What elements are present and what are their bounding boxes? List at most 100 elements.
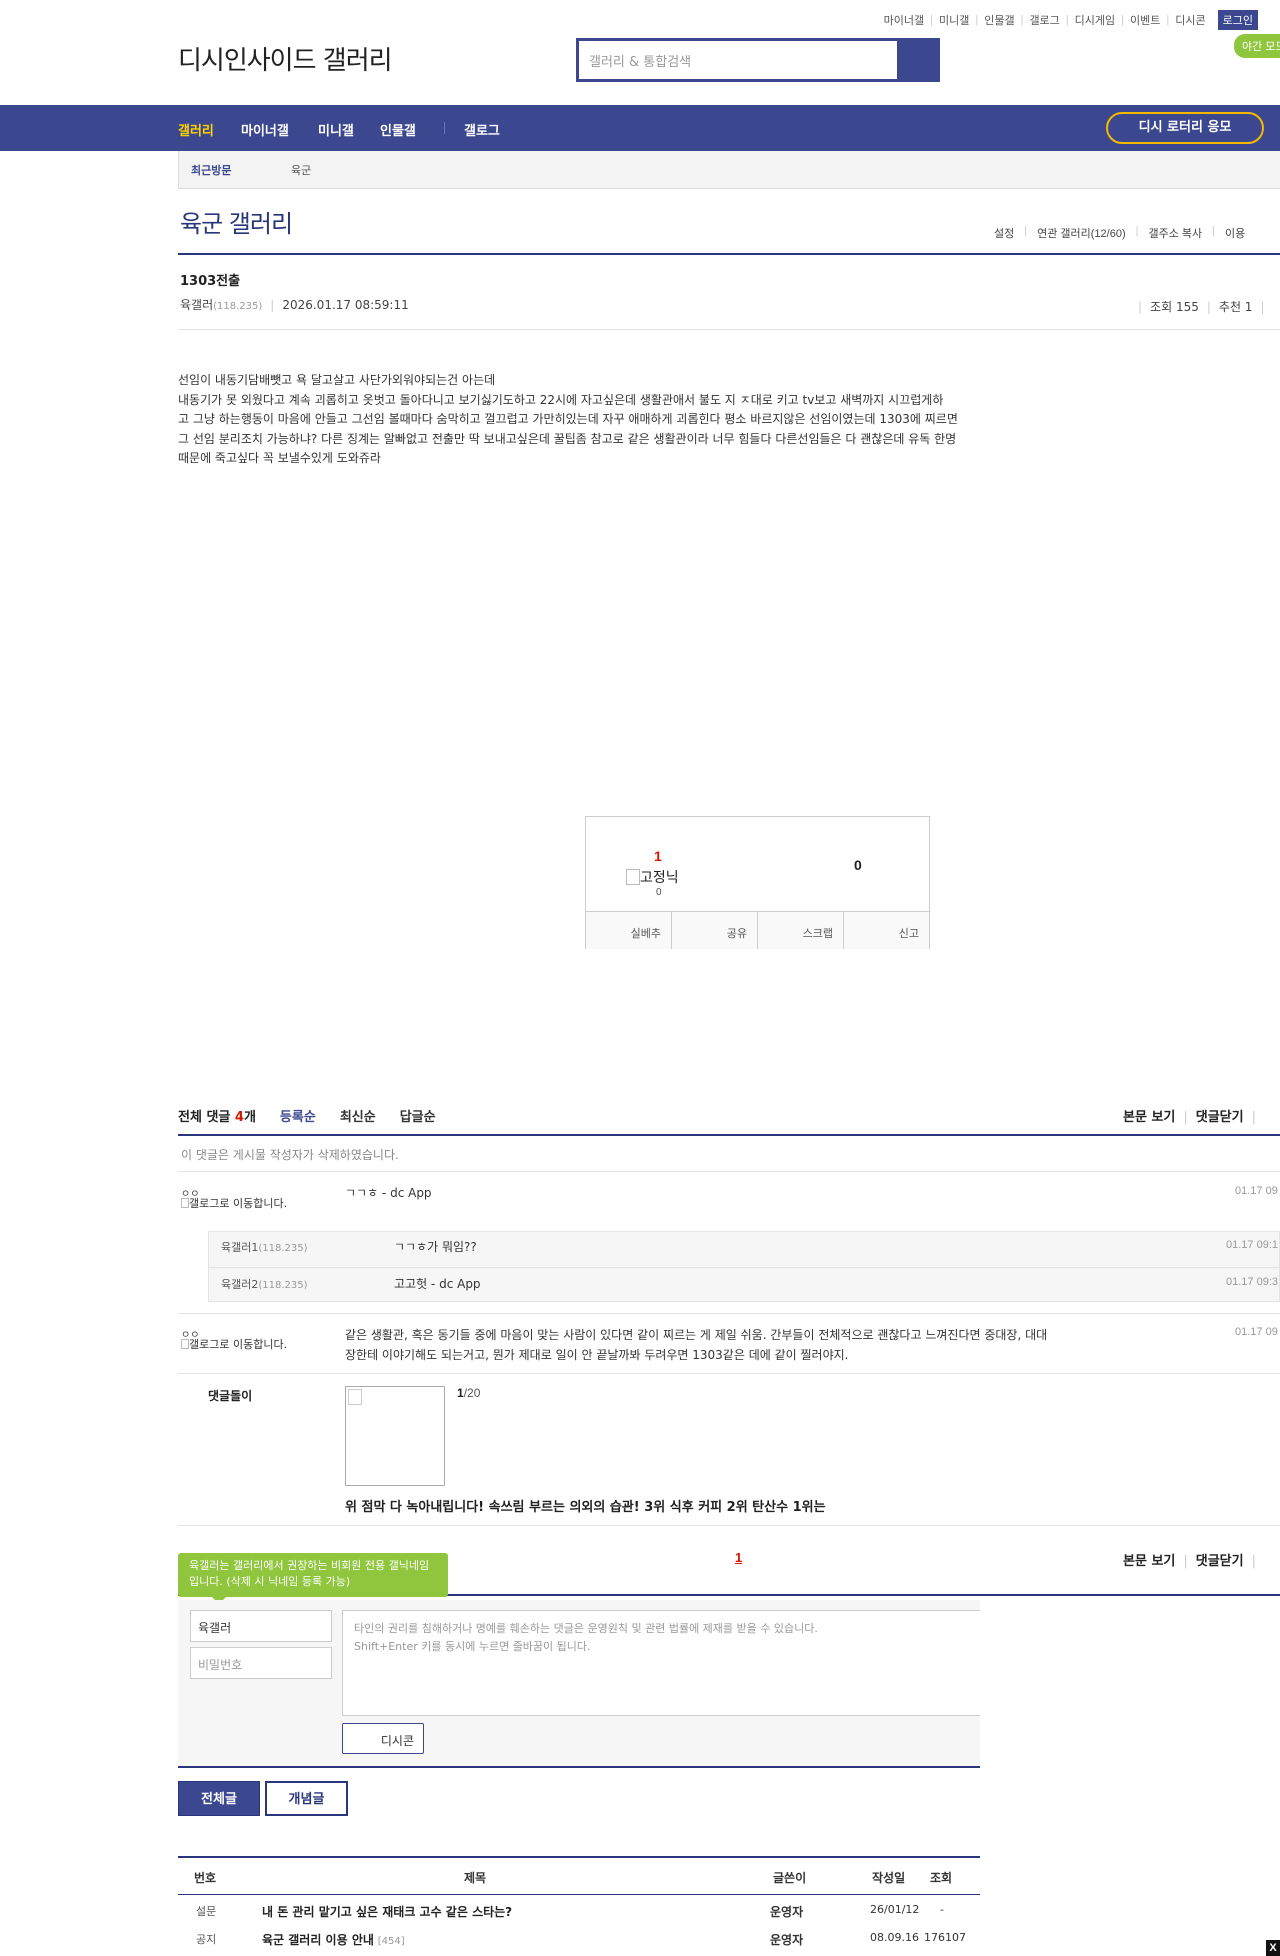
- comment-notice: Shift+Enter 키를 동시에 누르면 줄바꿈이 됩니다.: [354, 1640, 591, 1653]
- view-post-link[interactable]: 본문 보기: [1123, 1110, 1175, 1125]
- row-title[interactable]: 육군 갤러리 이용 안내: [262, 1933, 374, 1947]
- broken-image-icon: [626, 869, 640, 885]
- row-writer[interactable]: 운영자: [770, 1931, 803, 1948]
- view-post-link[interactable]: 본문 보기: [1123, 1554, 1175, 1569]
- lottery-button[interactable]: 디시 로터리 응모: [1106, 112, 1264, 144]
- downvote-count: 0: [854, 857, 862, 873]
- related-gallery-link[interactable]: 연관 갤러리(12/60): [1037, 225, 1126, 241]
- post-recs: 추천 1: [1218, 300, 1253, 314]
- post-info: 육갤러(118.235) | 2026.01.17 08:59:11: [180, 298, 409, 312]
- fixed-nick-image: 고정닉: [626, 867, 679, 887]
- best-posts-button[interactable]: 개념글: [265, 1781, 348, 1816]
- gallery-title[interactable]: 육군 갤러리: [180, 204, 293, 239]
- search-button[interactable]: [897, 41, 937, 79]
- row-number: 공지: [196, 1933, 217, 1946]
- reply-nick[interactable]: 육갤러2(118.235): [221, 1276, 308, 1292]
- real-best-button[interactable]: 실베추: [586, 912, 672, 949]
- reply-text: 고고헛 - dc App: [394, 1277, 481, 1291]
- close-icon[interactable]: X: [1266, 1940, 1280, 1956]
- settings-link[interactable]: 설정: [994, 225, 1014, 241]
- toplink-gallog[interactable]: 갤로그: [1029, 12, 1059, 28]
- usage-link[interactable]: 이용: [1225, 225, 1245, 241]
- nav-divider: [444, 122, 445, 134]
- nav-person[interactable]: 인물갤: [380, 120, 416, 139]
- sort-registered[interactable]: 등록순: [280, 1106, 316, 1125]
- dccon-button[interactable]: 디시콘: [342, 1723, 424, 1754]
- post-line: 그 선임 분리조치 가능하냐? 다른 징계는 알빠없고 전출만 딱 보내고싶은데…: [178, 431, 957, 446]
- row-writer[interactable]: 운영자: [770, 1903, 803, 1920]
- gallery-tools: 설정 | 연관 갤러리(12/60) | 갤주소 복사 | 이용: [994, 225, 1246, 241]
- comment-bot-label: 댓글돌이: [208, 1389, 253, 1403]
- row-divider: [178, 1373, 1280, 1374]
- copy-address-link[interactable]: 갤주소 복사: [1148, 225, 1202, 241]
- col-writer: 글쓴이: [773, 1871, 807, 1885]
- gallog-avatar[interactable]: 갤로그로 이동합니다.: [181, 1198, 301, 1210]
- close-comments-link[interactable]: 댓글닫기: [1196, 1110, 1244, 1125]
- site-logo[interactable]: 디시인사이드 갤러리: [178, 40, 393, 77]
- sort-latest[interactable]: 최신순: [340, 1106, 376, 1125]
- gallog-avatar[interactable]: 갤로그로 이동합니다.: [181, 1339, 301, 1351]
- search-input[interactable]: 갤러리 & 통합검색: [579, 41, 897, 79]
- reply-nick[interactable]: 육갤러1(118.235): [221, 1239, 308, 1255]
- nickname-input[interactable]: 육갤러: [190, 1610, 332, 1642]
- reply-divider: [209, 1267, 1280, 1268]
- toplink-mini[interactable]: 미니갤: [939, 12, 969, 28]
- comment-notice: 타인의 권리를 침해하거나 명예를 훼손하는 댓글은 운영원칙 및 관련 법률에…: [354, 1622, 818, 1635]
- post-header-divider: [178, 329, 1280, 330]
- post-views: 조회 155: [1150, 300, 1199, 314]
- comment-page-1[interactable]: 1: [735, 1550, 742, 1565]
- comment-text: 같은 생활관, 혹은 동기들 중에 마음이 맞는 사람이 있다면 같이 찌르는 …: [345, 1328, 1048, 1362]
- post-author[interactable]: 육갤러: [180, 298, 213, 312]
- recent-visit-item[interactable]: 육군: [291, 162, 311, 178]
- close-comments-link[interactable]: 댓글닫기: [1196, 1554, 1244, 1569]
- comment-textarea[interactable]: 타인의 권리를 침해하거나 명예를 훼손하는 댓글은 운영원칙 및 관련 법률에…: [342, 1610, 980, 1716]
- report-button[interactable]: 신고: [844, 912, 929, 949]
- toplink-game[interactable]: 디시게임: [1075, 12, 1115, 28]
- login-button[interactable]: 로그인: [1217, 10, 1258, 30]
- comment-write-box: 육갤러 비밀번호 타인의 권리를 침해하거나 명예를 훼손하는 댓글은 운영원칙…: [178, 1600, 980, 1766]
- row-title[interactable]: 내 돈 관리 맡기고 싶은 재태크 고수 같은 스타는?: [262, 1903, 512, 1920]
- comment-text: ㄱㄱㅎ - dc App: [345, 1186, 432, 1200]
- comment-date: 01.17 09: [1235, 1185, 1278, 1197]
- nav-minor[interactable]: 마이너갤: [241, 120, 289, 139]
- row-divider: [178, 1313, 1280, 1314]
- night-mode-button[interactable]: 야간 모드: [1234, 34, 1280, 58]
- ad-headline[interactable]: 위 점막 다 녹아내립니다! 속쓰림 부르는 의외의 습관! 3위 식후 커피 …: [345, 1496, 826, 1515]
- nav-mini[interactable]: 미니갤: [318, 120, 354, 139]
- recent-visit-label: 최근방문: [191, 164, 232, 177]
- col-number: 번호: [194, 1871, 217, 1885]
- ad-thumbnail[interactable]: [345, 1386, 445, 1486]
- recommend-box: 1 고정닉 0 0 실베추 공유 스크랩 신고: [585, 816, 930, 949]
- toplink-dccon[interactable]: 디시콘: [1175, 12, 1205, 28]
- post-author-ip: (118.235): [213, 301, 263, 312]
- list-top-line: [178, 1856, 980, 1858]
- nav-gallog[interactable]: 갤로그: [464, 120, 500, 139]
- all-posts-button[interactable]: 전체글: [178, 1781, 260, 1816]
- title-divider: [178, 253, 1280, 255]
- share-button[interactable]: 공유: [672, 912, 758, 949]
- post-line: 내동기가 못 외웠다고 계속 괴롭히고 옷벗고 돌아다니고 보기싫기도하고 22…: [178, 392, 944, 407]
- reply-date: 01.17 09:3: [1226, 1276, 1278, 1288]
- broken-image-icon: [348, 1389, 362, 1405]
- fixed-nick-count: 0: [656, 887, 662, 898]
- row-divider: [178, 1171, 1280, 1172]
- scrap-button[interactable]: 스크랩: [758, 912, 844, 949]
- sort-replies[interactable]: 답글순: [400, 1106, 436, 1125]
- post-body: 선임이 내동기담배뺏고 욕 달고살고 사단가외워야되는건 아는데 내동기가 못 …: [178, 371, 1078, 469]
- guest-nick-tooltip: 육갤러는 갤러리에서 권장하는 비회원 전용 갤닉네임입니다. (삭제 시 닉네…: [178, 1553, 448, 1604]
- row-date: 08.09.16: [870, 1931, 919, 1944]
- password-input[interactable]: 비밀번호: [190, 1647, 332, 1679]
- nav-gallery[interactable]: 갤러리: [178, 120, 214, 139]
- reply-text: ㄱㄱㅎ가 뭐임??: [394, 1240, 477, 1254]
- top-links: 마이너갤 | 미니갤 | 인물갤 | 갤로그 | 디시게임 | 이벤트 | 디시콘 로그인: [884, 10, 1258, 30]
- search-bar: 갤러리 & 통합검색: [576, 38, 940, 82]
- toplink-minor[interactable]: 마이너갤: [884, 12, 924, 28]
- reply-date: 01.17 09:1: [1226, 1239, 1278, 1251]
- row-reply-count[interactable]: [454]: [378, 1936, 405, 1947]
- broken-image-icon: [181, 1339, 189, 1349]
- reply-box: 육갤러1(118.235) ㄱㄱㅎ가 뭐임?? 01.17 09:1 육갤러2(…: [208, 1231, 1280, 1302]
- toplink-person[interactable]: 인물갤: [984, 12, 1014, 28]
- deleted-comment: 이 댓글은 게시물 작성자가 삭제하였습니다.: [181, 1148, 399, 1162]
- toplink-event[interactable]: 이벤트: [1130, 12, 1160, 28]
- post-title: 1303전출: [180, 274, 241, 289]
